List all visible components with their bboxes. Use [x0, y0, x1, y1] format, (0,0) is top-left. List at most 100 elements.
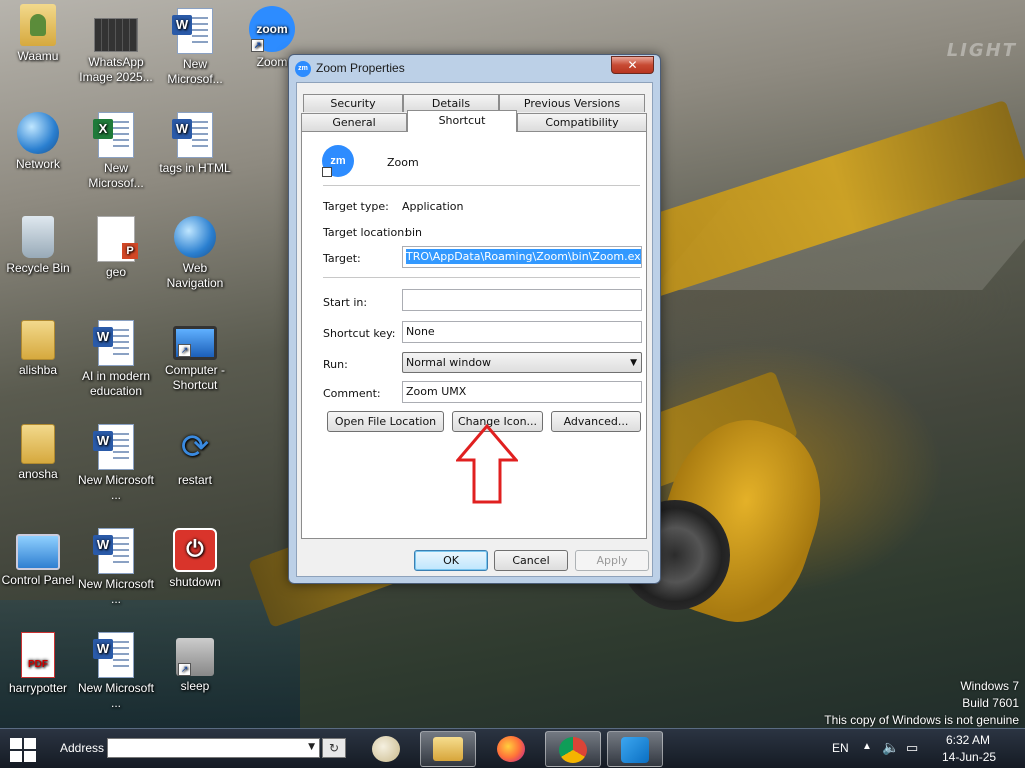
run-select[interactable]: Normal window ▼ — [402, 352, 642, 373]
target-location-value: bin — [405, 226, 423, 239]
cancel-button[interactable]: Cancel — [494, 550, 568, 571]
desktop-icon-word-doc-2[interactable]: W New Microsoft ... — [78, 424, 154, 503]
vscode-icon — [621, 737, 649, 763]
icon-label: tags in HTML — [159, 161, 231, 175]
desktop-icon-whatsapp-image[interactable]: WhatsApp Image 2025... — [78, 10, 154, 85]
folder-icon — [433, 737, 463, 761]
windows-version-text: Windows 7 — [960, 679, 1019, 693]
advanced-button[interactable]: Advanced... — [551, 411, 641, 432]
icon-label: Waamu — [17, 49, 59, 63]
dialog-titlebar[interactable]: zm Zoom Properties ✕ — [289, 55, 660, 81]
desktop-icon-ai-in-modern-education[interactable]: W AI in modern education — [78, 320, 154, 399]
desktop-icon-network[interactable]: Network — [0, 112, 76, 172]
taskbar-paint[interactable] — [358, 731, 414, 767]
taskbar-file-explorer[interactable] — [420, 731, 476, 767]
start-button[interactable] — [8, 735, 40, 763]
power-icon: ⏻ — [173, 528, 217, 572]
comment-field[interactable]: Zoom UMX — [402, 381, 642, 403]
shortcut-arrow-icon — [322, 167, 332, 177]
desktop-icon-web-navigation[interactable]: Web Navigation — [157, 216, 233, 291]
icon-label: Network — [15, 157, 60, 171]
desktop-icon-waamu[interactable]: Waamu — [0, 4, 76, 64]
word-document-icon: W — [172, 8, 213, 54]
icon-label: New Microsoft ... — [78, 473, 155, 502]
shortcut-arrow-icon: ↗ — [251, 39, 264, 52]
image-file-icon — [94, 18, 138, 52]
shortcut-key-field[interactable]: None — [402, 321, 642, 343]
desktop-icon-control-panel[interactable]: Control Panel — [0, 528, 76, 588]
volume-icon[interactable]: 🔈 — [882, 739, 899, 756]
desktop-icon-harrypotter[interactable]: PDF harrypotter — [0, 632, 76, 696]
desktop-icon-recycle-bin[interactable]: Recycle Bin — [0, 216, 76, 276]
red-arrow-annotation-icon — [456, 424, 518, 504]
word-document-icon: W — [93, 632, 134, 678]
shortcut-arrow-icon: ↗ — [178, 663, 191, 676]
desktop-icon-sleep[interactable]: ↗ sleep — [157, 632, 233, 694]
refresh-icon[interactable]: ↻ — [322, 738, 346, 758]
taskbar-chrome[interactable] — [545, 731, 601, 767]
tab-security[interactable]: Security — [303, 94, 403, 112]
globe-icon — [174, 216, 216, 258]
apply-button[interactable]: Apply — [575, 550, 649, 571]
powerpoint-document-icon: P — [97, 216, 138, 262]
word-document-icon: W — [93, 528, 134, 574]
desktop-icon-computer-shortcut[interactable]: ↗ Computer - Shortcut — [157, 320, 233, 393]
pdf-icon: PDF — [21, 632, 55, 678]
tab-general[interactable]: General — [301, 113, 407, 131]
start-in-field[interactable] — [402, 289, 642, 311]
icon-label: New Microsof... — [167, 57, 223, 86]
recycle-bin-icon — [22, 216, 54, 258]
shortcut-arrow-icon: ↗ — [178, 344, 191, 357]
address-label: Address — [60, 741, 105, 755]
desktop-icon-geo[interactable]: P geo — [78, 216, 154, 280]
target-field[interactable]: TRO\AppData\Roaming\Zoom\bin\Zoom.exe — [402, 246, 642, 268]
wallpaper-watermark: LIGHT — [946, 40, 1017, 61]
target-selected-text: TRO\AppData\Roaming\Zoom\bin\Zoom.exe — [406, 249, 641, 264]
tab-compatibility[interactable]: Compatibility — [517, 113, 647, 131]
restart-icon: ⟳ — [180, 428, 210, 466]
taskbar-firefox[interactable] — [483, 731, 539, 767]
desktop-icon-anosha[interactable]: anosha — [0, 424, 76, 482]
desktop-icon-tags-in-html[interactable]: W tags in HTML — [157, 112, 233, 176]
target-label: Target: — [323, 252, 361, 265]
clock-time[interactable]: 6:32 AM — [946, 733, 990, 747]
icon-label: New Microsof... — [88, 161, 144, 190]
firefox-icon — [497, 736, 525, 762]
chrome-icon — [559, 737, 587, 763]
shortcut-key-label: Shortcut key: — [323, 327, 396, 340]
desktop-icon-word-doc-1[interactable]: W New Microsof... — [157, 8, 233, 87]
separator — [323, 185, 640, 186]
network-icon — [17, 112, 59, 154]
app-name: Zoom — [387, 156, 419, 169]
icon-label: shutdown — [169, 575, 221, 589]
close-button[interactable]: ✕ — [611, 56, 654, 74]
desktop-icon-excel-doc[interactable]: X New Microsof... — [78, 112, 154, 191]
taskbar-vscode[interactable] — [607, 731, 663, 767]
user-folder-icon — [20, 4, 56, 46]
icon-label: Recycle Bin — [6, 261, 70, 275]
icon-label: WhatsApp Image 2025... — [79, 55, 153, 84]
start-in-label: Start in: — [323, 296, 368, 309]
open-file-location-button[interactable]: Open File Location — [327, 411, 444, 432]
run-selected-value: Normal window — [406, 356, 492, 369]
control-panel-icon — [16, 534, 60, 570]
icon-label: harrypotter — [8, 681, 68, 695]
clock-date[interactable]: 14-Jun-25 — [942, 750, 996, 764]
tab-previous-versions[interactable]: Previous Versions — [499, 94, 645, 112]
windows-genuine-notice: This copy of Windows is not genuine — [824, 713, 1019, 727]
network-tray-icon[interactable]: ▭ — [906, 740, 918, 756]
icon-label: AI in modern education — [81, 369, 151, 398]
show-hidden-icons-icon[interactable]: ▲ — [862, 741, 872, 752]
desktop-icon-word-doc-3[interactable]: W New Microsoft ... — [78, 528, 154, 607]
ok-button[interactable]: OK — [414, 550, 488, 571]
desktop-icon-restart[interactable]: ⟳ restart — [157, 424, 233, 488]
excel-document-icon: X — [93, 112, 134, 158]
desktop-icon-word-doc-4[interactable]: W New Microsoft ... — [78, 632, 154, 711]
address-input[interactable]: ▼ — [107, 738, 320, 758]
chevron-down-icon[interactable]: ▼ — [308, 742, 315, 752]
tab-shortcut[interactable]: Shortcut — [407, 110, 517, 132]
desktop-icon-alishba[interactable]: alishba — [0, 320, 76, 378]
icon-label: alishba — [18, 363, 58, 377]
desktop-icon-shutdown[interactable]: ⏻ shutdown — [157, 528, 233, 590]
language-indicator[interactable]: EN — [832, 741, 849, 755]
